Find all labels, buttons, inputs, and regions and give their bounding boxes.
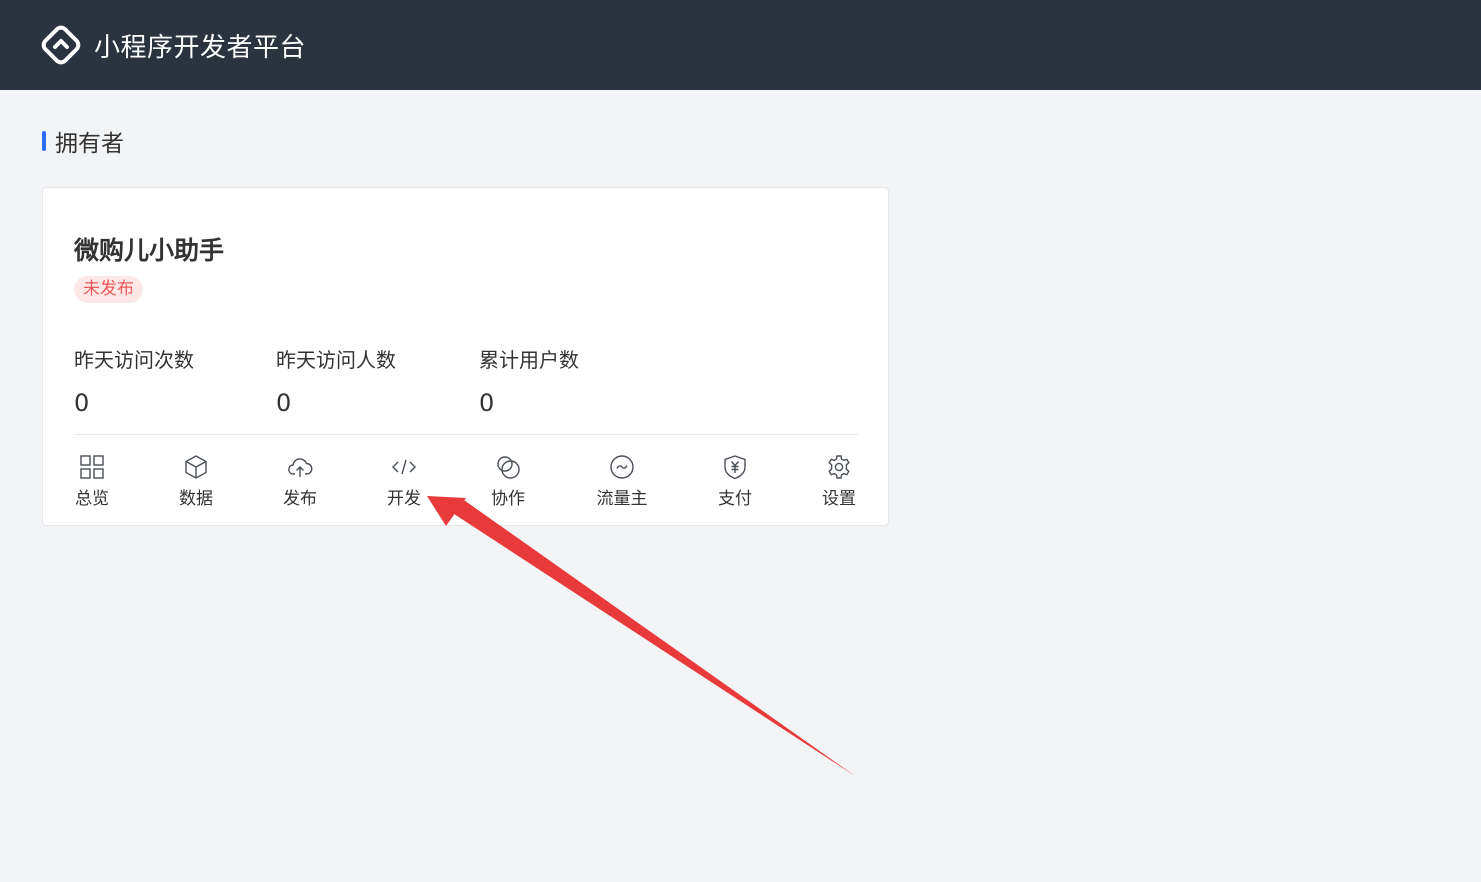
section-title: 拥有者 — [42, 124, 124, 158]
gear-icon — [828, 455, 850, 479]
stat-visits: 昨天访问次数 0 — [74, 344, 194, 417]
nav-data[interactable]: 数据 — [156, 454, 236, 509]
nav-label: 协作 — [491, 489, 525, 509]
stat-value: 0 — [479, 389, 495, 417]
nav-label: 数据 — [179, 489, 213, 509]
card-divider — [74, 434, 858, 435]
nav-label: 流量主 — [596, 489, 648, 509]
nav-label: 设置 — [822, 489, 856, 509]
nav-overview[interactable]: 总览 — [52, 454, 132, 509]
code-icon — [392, 459, 416, 475]
miniprogram-name[interactable]: 微购儿小助手 — [74, 231, 224, 267]
section-title-text: 拥有者 — [55, 131, 124, 157]
platform-logo-icon — [40, 24, 82, 66]
nav-collaborate[interactable]: 协作 — [468, 454, 548, 509]
top-bar: 小程序开发者平台 — [0, 0, 1481, 90]
stat-value: 0 — [74, 389, 90, 417]
nav-label: 开发 — [387, 489, 421, 509]
stat-label: 昨天访问次数 — [74, 348, 194, 372]
nav-publish[interactable]: 发布 — [260, 454, 340, 509]
nav-label: 发布 — [283, 489, 317, 509]
status-badge: 未发布 — [74, 276, 143, 303]
grid-icon — [80, 455, 104, 479]
nav-develop[interactable]: 开发 — [364, 454, 444, 509]
overlap-circles-icon — [497, 456, 520, 479]
nav-traffic[interactable]: 流量主 — [582, 454, 662, 509]
stat-label: 昨天访问人数 — [276, 348, 396, 372]
cloud-upload-icon — [288, 458, 313, 477]
yuan-shield-icon — [724, 455, 746, 480]
section-accent-bar — [42, 131, 46, 151]
stat-label: 累计用户数 — [479, 348, 579, 372]
nav-settings[interactable]: 设置 — [799, 454, 879, 509]
miniprogram-card[interactable]: 微购儿小助手 未发布 昨天访问次数 0 昨天访问人数 0 累计用户数 0 总览 … — [42, 187, 889, 526]
wave-circle-icon — [610, 455, 634, 479]
stat-visitors: 昨天访问人数 0 — [276, 344, 396, 417]
nav-label: 支付 — [718, 489, 752, 509]
stat-value: 0 — [276, 389, 292, 417]
nav-label: 总览 — [75, 489, 109, 509]
stat-total-users: 累计用户数 0 — [479, 344, 579, 417]
nav-payment[interactable]: 支付 — [695, 454, 775, 509]
cube-icon — [185, 455, 207, 479]
app-title: 小程序开发者平台 — [94, 32, 307, 63]
